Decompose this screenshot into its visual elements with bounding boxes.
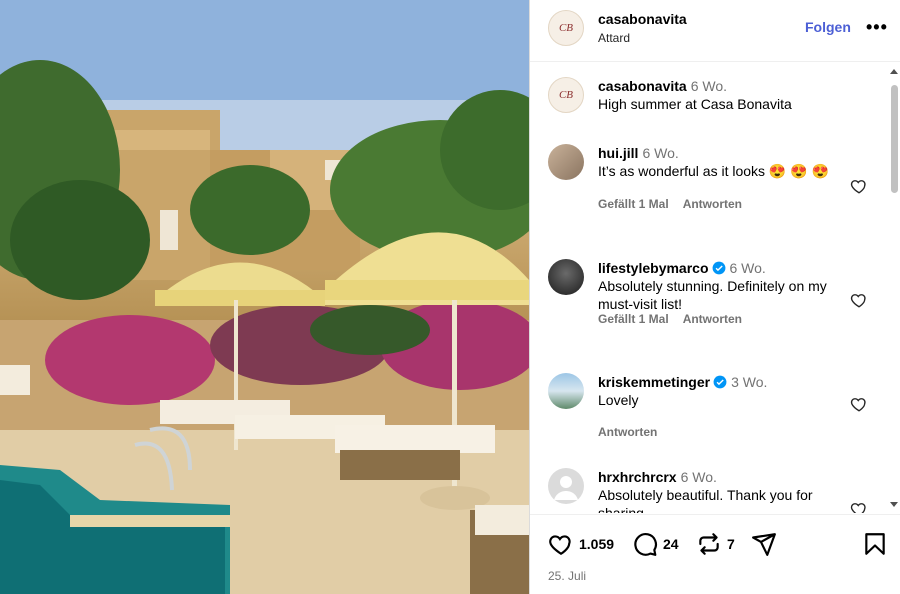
repost-button[interactable]: 7: [696, 530, 735, 558]
verified-badge-icon: [712, 261, 725, 275]
caption-body: casabonavita 6 Wo. High summer at Casa Bo…: [598, 77, 848, 113]
comment-like-heart-icon[interactable]: [850, 395, 868, 413]
follow-button[interactable]: Folgen: [805, 19, 851, 35]
reply-button[interactable]: Antworten: [598, 425, 657, 439]
post-photo-illustration: [0, 0, 529, 594]
comments-list[interactable]: CB casabonavita 6 Wo. High summer at Casa…: [530, 63, 888, 513]
comment-text: It’s as wonderful as it looks 😍 😍 😍: [598, 163, 830, 179]
reply-button[interactable]: Antworten: [683, 312, 742, 326]
comment-time[interactable]: 6 Wo.: [730, 260, 766, 276]
reply-button[interactable]: Antworten: [683, 197, 742, 211]
caption-avatar[interactable]: CB: [548, 77, 584, 113]
more-options-icon[interactable]: •••: [866, 17, 888, 38]
scroll-up-arrow-icon[interactable]: [890, 69, 898, 74]
comment-body: hrxhrchrcrx 6 Wo. Absolutely beautiful. T…: [598, 468, 848, 513]
comment-text: Lovely: [598, 392, 639, 408]
commenter-avatar[interactable]: [548, 144, 584, 180]
verified-badge-icon: [713, 375, 727, 389]
comment-username[interactable]: kriskemmetinger: [598, 374, 710, 390]
comment-likes[interactable]: Gefällt 1 Mal: [598, 312, 669, 326]
commenter-avatar[interactable]: [548, 259, 584, 295]
comment-body: lifestylebymarco 6 Wo. Absolutely stunnin…: [598, 259, 848, 313]
repost-icon: [699, 533, 719, 555]
comments-scrollbar[interactable]: [888, 63, 900, 513]
profile-username[interactable]: casabonavita: [598, 11, 687, 27]
post-panel: CB casabonavita Attard Folgen ••• CB cas…: [529, 0, 900, 594]
comment-username[interactable]: casabonavita: [598, 78, 687, 94]
caption-text: High summer at Casa Bonavita: [598, 96, 792, 112]
commenter-avatar[interactable]: [548, 373, 584, 409]
profile-avatar[interactable]: CB: [548, 10, 584, 46]
avatar-monogram: CB: [558, 89, 574, 101]
post-photo[interactable]: [0, 0, 529, 594]
comment-icon: [634, 533, 657, 556]
save-button[interactable]: [862, 530, 888, 558]
post-actions-bar: 1.059 24 7 25. Juli: [530, 514, 900, 594]
comment-time[interactable]: 6 Wo.: [691, 78, 727, 94]
comment-meta: Gefällt 1 Mal Antworten: [598, 312, 756, 326]
comment-time[interactable]: 6 Wo.: [681, 469, 717, 485]
comment-like-heart-icon[interactable]: [850, 177, 868, 195]
post-header: CB casabonavita Attard Folgen •••: [530, 0, 900, 62]
comment-body: hui.jill 6 Wo. It’s as wonderful as it lo…: [598, 144, 848, 180]
post-date[interactable]: 25. Juli: [548, 569, 586, 583]
post-location[interactable]: Attard: [598, 31, 630, 45]
like-button[interactable]: 1.059: [548, 530, 614, 558]
avatar-monogram: CB: [558, 22, 574, 34]
comment-count: 24: [663, 536, 679, 552]
scroll-down-arrow-icon[interactable]: [890, 502, 898, 507]
repost-count: 7: [727, 536, 735, 552]
heart-icon: [549, 535, 571, 556]
comment-likes[interactable]: Gefällt 1 Mal: [598, 197, 669, 211]
like-count[interactable]: 1.059: [579, 536, 614, 552]
default-avatar-icon: [554, 476, 578, 500]
comment-text: Absolutely beautiful. Thank you for shar…: [598, 487, 813, 513]
bookmark-icon: [865, 533, 885, 555]
share-icon: [752, 533, 776, 556]
comment-username[interactable]: hui.jill: [598, 145, 638, 161]
comment-time[interactable]: 3 Wo.: [731, 374, 767, 390]
comment-time[interactable]: 6 Wo.: [642, 145, 678, 161]
comment-meta: Gefällt 1 Mal Antworten: [598, 197, 756, 211]
scroll-thumb[interactable]: [891, 85, 898, 193]
comment-body: kriskemmetinger 3 Wo. Lovely: [598, 373, 848, 409]
comment-text: Absolutely stunning. Definitely on my mu…: [598, 278, 827, 312]
comment-username[interactable]: hrxhrchrcrx: [598, 469, 677, 485]
commenter-avatar[interactable]: [548, 468, 584, 504]
comment-username[interactable]: lifestylebymarco: [598, 260, 709, 276]
comment-like-heart-icon[interactable]: [850, 500, 868, 513]
share-button[interactable]: [751, 530, 777, 558]
comment-button[interactable]: 24: [632, 530, 679, 558]
comment-meta: Antworten: [598, 425, 671, 439]
comment-like-heart-icon[interactable]: [850, 291, 868, 309]
